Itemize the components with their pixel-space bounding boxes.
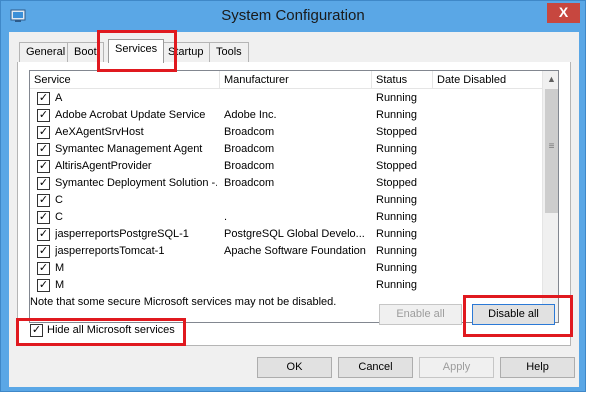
service-checkbox[interactable]: ✓ [37,109,50,122]
service-manufacturer: Broadcom [224,126,275,138]
table-row[interactable]: ✓ C Running [30,192,542,209]
column-status[interactable]: Status [372,71,433,89]
service-name: C [55,194,63,206]
service-manufacturer: PostgreSQL Global Develo... [224,228,365,240]
table-row[interactable]: ✓ AltirisAgentProvider Broadcom Stopped [30,158,542,175]
scroll-up-icon[interactable]: ▲ [543,71,558,88]
service-checkbox[interactable]: ✓ [37,228,50,241]
table-row[interactable]: ✓ Symantec Deployment Solution -... Broadc… [30,175,542,192]
service-rows: ✓ A Running ✓ Adobe Acrobat Update Service Ad… [30,90,542,294]
ok-button[interactable]: OK [257,357,332,378]
title-bar[interactable]: System Configuration X [1,1,585,31]
service-manufacturer: Adobe Inc. [224,109,277,121]
service-name: Adobe Acrobat Update Service [55,109,206,121]
close-button[interactable]: X [547,3,580,23]
table-row[interactable]: ✓ A Running [30,90,542,107]
service-checkbox[interactable]: ✓ [37,160,50,173]
service-checkbox[interactable]: ✓ [37,211,50,224]
dialog-body: General Boot Services Startup Tools Serv… [9,32,579,387]
table-row[interactable]: ✓ M Running [30,277,542,294]
hide-microsoft-checkbox[interactable]: ✓ [30,324,43,337]
service-checkbox[interactable]: ✓ [37,245,50,258]
apply-button[interactable]: Apply [419,357,494,378]
tab-boot[interactable]: Boot [67,42,104,62]
service-name: Symantec Deployment Solution -... [55,177,217,189]
column-manufacturer[interactable]: Manufacturer [220,71,372,89]
table-row[interactable]: ✓ M Running [30,260,542,277]
table-row[interactable]: ✓ AeXAgentSrvHost Broadcom Stopped [30,124,542,141]
service-checkbox[interactable]: ✓ [37,126,50,139]
help-button[interactable]: Help [500,357,575,378]
service-manufacturer: Broadcom [224,160,275,172]
cancel-button[interactable]: Cancel [338,357,413,378]
enable-all-button[interactable]: Enable all [379,304,462,325]
column-service[interactable]: Service [30,71,220,89]
service-name: C [55,211,63,223]
service-status: Running [376,245,417,257]
table-row[interactable]: ✓ Adobe Acrobat Update Service Adobe Inc. R… [30,107,542,124]
service-name: jasperreportsPostgreSQL-1 [55,228,189,240]
service-status: Stopped [376,160,417,172]
vertical-scrollbar[interactable]: ▲ ≡ ▼ [542,71,558,322]
service-name: A [55,92,63,104]
hide-microsoft-label: Hide all Microsoft services [47,324,175,336]
system-configuration-window: System Configuration X General Boot Serv… [0,0,586,392]
tab-general[interactable]: General [19,42,73,62]
service-status: Running [376,92,417,104]
service-manufacturer: . [224,211,228,223]
services-list: Service Manufacturer Status Date Disable… [29,70,559,323]
service-name: jasperreportsTomcat-1 [55,245,165,257]
disable-all-button[interactable]: Disable all [472,304,555,325]
service-status: Running [376,109,417,121]
service-status: Running [376,143,417,155]
service-status: Running [376,194,417,206]
service-name: M [55,262,65,274]
service-name: Symantec Management Agent [55,143,203,155]
service-checkbox[interactable]: ✓ [37,279,50,292]
tab-services[interactable]: Services [108,39,165,63]
service-status: Stopped [376,126,417,138]
table-row[interactable]: ✓ Symantec Management Agent Broadcom Runnin… [30,141,542,158]
table-row[interactable]: ✓ jasperreportsTomcat-1 Apache Software Fo… [30,243,542,260]
service-manufacturer: Apache Software Foundation [224,245,366,257]
service-checkbox[interactable]: ✓ [37,194,50,207]
service-status: Running [376,211,417,223]
window-title: System Configuration [221,7,365,24]
service-checkbox[interactable]: ✓ [37,262,50,275]
scroll-thumb[interactable]: ≡ [545,89,558,213]
service-checkbox[interactable]: ✓ [37,143,50,156]
service-checkbox[interactable]: ✓ [37,177,50,190]
service-name: AltirisAgentProvider [55,160,152,172]
list-header: Service Manufacturer Status Date Disable… [30,71,542,89]
table-row[interactable]: ✓ C. Running [30,209,542,226]
tab-startup[interactable]: Startup [161,42,211,62]
service-manufacturer: Broadcom [224,177,275,189]
tab-tools[interactable]: Tools [209,42,249,62]
service-manufacturer: Broadcom [224,143,275,155]
service-status: Running [376,262,417,274]
service-checkbox[interactable]: ✓ [37,92,50,105]
service-name: AeXAgentSrvHost [55,126,144,138]
service-name: M [55,279,65,291]
service-status: Running [376,279,417,291]
service-status: Stopped [376,177,417,189]
grip-icon: ≡ [548,141,555,152]
column-date-disabled[interactable]: Date Disabled [433,71,542,89]
service-status: Running [376,228,417,240]
table-row[interactable]: ✓ jasperreportsPostgreSQL-1 PostgreSQL Glo… [30,226,542,243]
secure-services-note: Note that some secure Microsoft services… [30,296,337,308]
